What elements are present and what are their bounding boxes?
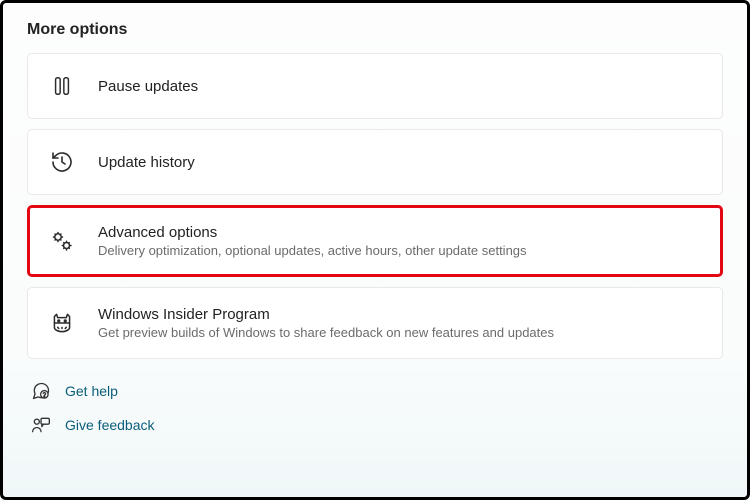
advanced-options-option[interactable]: Advanced options Delivery optimization, … [27,205,723,277]
link-label: Give feedback [65,417,155,433]
option-text: Advanced options Delivery optimization, … [98,224,527,258]
feedback-icon [31,415,51,435]
option-sublabel: Get preview builds of Windows to share f… [98,325,554,340]
option-text: Windows Insider Program Get preview buil… [98,306,554,340]
pause-updates-option[interactable]: Pause updates [27,53,723,119]
option-sublabel: Delivery optimization, optional updates,… [98,243,527,258]
help-links: Get help Give feedback [27,381,723,435]
option-label: Pause updates [98,78,198,95]
link-label: Get help [65,383,118,399]
give-feedback-link[interactable]: Give feedback [31,415,723,435]
pause-icon [48,72,76,100]
section-title: More options [27,21,723,39]
option-text: Update history [98,154,195,171]
ninja-cat-icon [48,309,76,337]
option-label: Advanced options [98,224,527,241]
option-label: Windows Insider Program [98,306,554,323]
option-text: Pause updates [98,78,198,95]
get-help-link[interactable]: Get help [31,381,723,401]
windows-insider-option[interactable]: Windows Insider Program Get preview buil… [27,287,723,359]
gears-icon [48,227,76,255]
history-icon [48,148,76,176]
option-label: Update history [98,154,195,171]
help-icon [31,381,51,401]
update-history-option[interactable]: Update history [27,129,723,195]
